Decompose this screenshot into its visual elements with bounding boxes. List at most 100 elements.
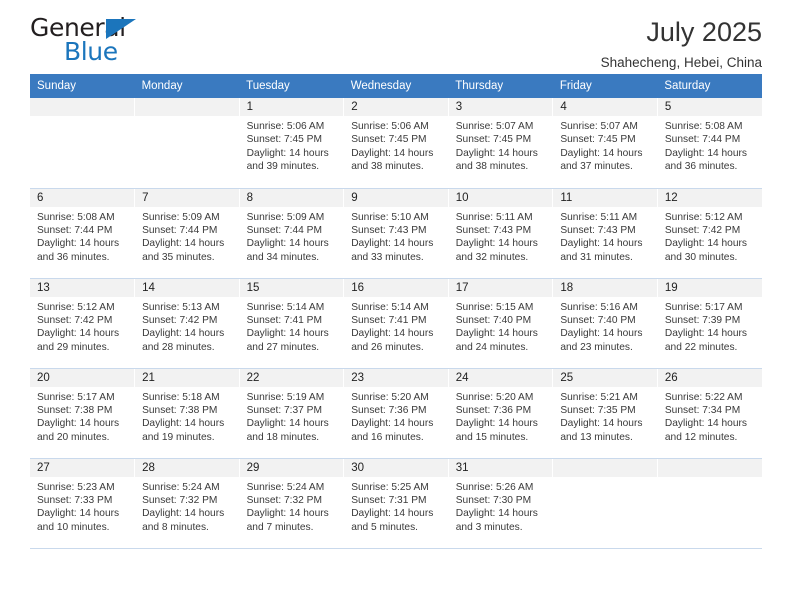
calendar-day-cell[interactable]: 22 Sunrise: 5:19 AM Sunset: 7:37 PM Dayligh… — [239, 368, 345, 459]
sunrise-time: Sunrise: 5:18 AM — [142, 391, 220, 403]
day-details: Sunrise: 5:14 AM Sunset: 7:41 PM Daylight:… — [240, 297, 344, 355]
calendar-day-cell[interactable]: 3 Sunrise: 5:07 AM Sunset: 7:45 PM Daylight… — [448, 98, 554, 189]
day-number: 20 — [30, 368, 135, 387]
calendar-day-cell[interactable]: 5 Sunrise: 5:08 AM Sunset: 7:44 PM Daylight… — [657, 98, 762, 189]
calendar-day-cell[interactable]: 7 Sunrise: 5:09 AM Sunset: 7:44 PM Daylight… — [134, 188, 240, 279]
daylight-line-1: Daylight: 14 hours — [246, 238, 329, 250]
page-title: July 2025 — [646, 17, 762, 47]
calendar-day-cell[interactable]: 14 Sunrise: 5:13 AM Sunset: 7:42 PM Dayligh… — [134, 278, 240, 369]
daylight-line-2: and 34 minutes. — [246, 251, 320, 263]
calendar-day-cell[interactable]: 27 Sunrise: 5:23 AM Sunset: 7:33 PM Dayligh… — [30, 458, 136, 549]
day-number: 19 — [657, 278, 762, 297]
day-cell-content: 16 Sunrise: 5:14 AM Sunset: 7:41 PM Dayligh… — [344, 278, 448, 368]
daylight-line-1: Daylight: 14 hours — [142, 418, 225, 430]
day-number — [657, 458, 762, 477]
daylight-line-2: and 20 minutes. — [37, 431, 110, 443]
calendar-day-cell[interactable]: 4 Sunrise: 5:07 AM Sunset: 7:45 PM Daylight… — [552, 98, 658, 189]
day-number: 28 — [135, 458, 239, 477]
calendar-day-cell[interactable]: 19 Sunrise: 5:17 AM Sunset: 7:39 PM Dayligh… — [657, 278, 762, 369]
day-cell-content — [30, 98, 135, 188]
calendar-day-cell[interactable]: 16 Sunrise: 5:14 AM Sunset: 7:41 PM Dayligh… — [343, 278, 449, 369]
calendar-day-cell[interactable]: 25 Sunrise: 5:21 AM Sunset: 7:35 PM Dayligh… — [552, 368, 658, 459]
calendar-day-cell[interactable]: 29 Sunrise: 5:24 AM Sunset: 7:32 PM Dayligh… — [239, 458, 345, 549]
day-cell-content: 26 Sunrise: 5:22 AM Sunset: 7:34 PM Dayligh… — [657, 368, 762, 458]
day-number: 14 — [135, 278, 239, 297]
day-number: 11 — [553, 188, 657, 207]
daylight-line-2: and 33 minutes. — [351, 251, 424, 263]
calendar-day-cell[interactable] — [657, 458, 762, 549]
sunset-time: Sunset: 7:45 PM — [455, 134, 532, 146]
day-cell-content: 30 Sunrise: 5:25 AM Sunset: 7:31 PM Dayligh… — [344, 458, 448, 548]
day-details: Sunrise: 5:24 AM Sunset: 7:32 PM Daylight:… — [135, 477, 239, 535]
day-cell-content — [657, 458, 762, 548]
daylight-line-2: and 8 minutes. — [142, 521, 209, 533]
day-number: 30 — [344, 458, 448, 477]
calendar-day-cell[interactable]: 6 Sunrise: 5:08 AM Sunset: 7:44 PM Daylight… — [30, 188, 136, 279]
daylight-line-1: Daylight: 14 hours — [246, 508, 329, 520]
calendar-day-cell[interactable]: 30 Sunrise: 5:25 AM Sunset: 7:31 PM Dayligh… — [343, 458, 449, 549]
calendar-day-cell[interactable]: 23 Sunrise: 5:20 AM Sunset: 7:36 PM Dayligh… — [343, 368, 449, 459]
calendar-day-cell[interactable]: 2 Sunrise: 5:06 AM Sunset: 7:45 PM Daylight… — [343, 98, 449, 189]
calendar-day-cell[interactable]: 18 Sunrise: 5:16 AM Sunset: 7:40 PM Dayligh… — [552, 278, 658, 369]
day-cell-content: 11 Sunrise: 5:11 AM Sunset: 7:43 PM Dayligh… — [553, 188, 657, 278]
day-details: Sunrise: 5:26 AM Sunset: 7:30 PM Daylight:… — [449, 477, 553, 535]
calendar-day-cell[interactable]: 26 Sunrise: 5:22 AM Sunset: 7:34 PM Dayligh… — [657, 368, 762, 459]
calendar-day-cell[interactable]: 21 Sunrise: 5:18 AM Sunset: 7:38 PM Dayligh… — [134, 368, 240, 459]
daylight-line-2: and 35 minutes. — [142, 251, 215, 263]
daylight-line-1: Daylight: 14 hours — [560, 328, 643, 340]
calendar-day-cell[interactable]: 10 Sunrise: 5:11 AM Sunset: 7:43 PM Dayligh… — [448, 188, 554, 279]
calendar-day-cell[interactable]: 17 Sunrise: 5:15 AM Sunset: 7:40 PM Dayligh… — [448, 278, 554, 369]
calendar-day-cell[interactable] — [30, 98, 136, 189]
day-number: 12 — [657, 188, 762, 207]
sunset-time: Sunset: 7:45 PM — [246, 134, 322, 146]
sunrise-time: Sunrise: 5:11 AM — [560, 211, 638, 223]
day-cell-content: 23 Sunrise: 5:20 AM Sunset: 7:36 PM Dayligh… — [344, 368, 448, 458]
sunrise-time: Sunrise: 5:07 AM — [560, 121, 638, 132]
calendar-day-cell[interactable]: 8 Sunrise: 5:09 AM Sunset: 7:44 PM Daylight… — [239, 188, 345, 279]
sunrise-time: Sunrise: 5:12 AM — [664, 211, 743, 223]
day-number: 24 — [448, 368, 553, 387]
sunset-time: Sunset: 7:41 PM — [351, 314, 427, 326]
weekday-header-monday: Monday — [134, 74, 240, 98]
day-cell-content: 6 Sunrise: 5:08 AM Sunset: 7:44 PM Daylight… — [30, 188, 135, 278]
day-number: 27 — [30, 458, 135, 477]
calendar-day-cell[interactable]: 11 Sunrise: 5:11 AM Sunset: 7:43 PM Dayligh… — [552, 188, 658, 279]
day-cell-content: 21 Sunrise: 5:18 AM Sunset: 7:38 PM Dayligh… — [135, 368, 239, 458]
daylight-line-1: Daylight: 14 hours — [664, 328, 747, 340]
day-details: Sunrise: 5:11 AM Sunset: 7:43 PM Daylight:… — [449, 207, 553, 265]
daylight-line-2: and 5 minutes. — [351, 521, 419, 533]
day-cell-content: 8 Sunrise: 5:09 AM Sunset: 7:44 PM Daylight… — [239, 188, 344, 278]
day-number: 3 — [448, 98, 553, 116]
calendar-day-cell[interactable]: 15 Sunrise: 5:14 AM Sunset: 7:41 PM Dayligh… — [239, 278, 345, 369]
calendar-day-cell[interactable]: 20 Sunrise: 5:17 AM Sunset: 7:38 PM Dayligh… — [30, 368, 136, 459]
calendar-day-cell[interactable]: 13 Sunrise: 5:12 AM Sunset: 7:42 PM Dayligh… — [30, 278, 136, 369]
sunset-time: Sunset: 7:37 PM — [246, 404, 322, 416]
sunset-time: Sunset: 7:34 PM — [664, 404, 741, 416]
calendar-day-cell[interactable] — [134, 98, 240, 189]
sunrise-time: Sunrise: 5:22 AM — [664, 391, 743, 403]
daylight-line-1: Daylight: 14 hours — [664, 147, 747, 159]
day-details: Sunrise: 5:06 AM Sunset: 7:45 PM Daylight:… — [240, 116, 344, 174]
daylight-line-1: Daylight: 14 hours — [664, 238, 747, 250]
calendar-day-cell[interactable]: 28 Sunrise: 5:24 AM Sunset: 7:32 PM Dayligh… — [134, 458, 240, 549]
sunset-time: Sunset: 7:43 PM — [455, 224, 532, 236]
sunset-time: Sunset: 7:35 PM — [560, 404, 636, 416]
calendar-day-cell[interactable]: 31 Sunrise: 5:26 AM Sunset: 7:30 PM Dayligh… — [448, 458, 554, 549]
daylight-line-1: Daylight: 14 hours — [560, 418, 643, 430]
day-cell-content: 31 Sunrise: 5:26 AM Sunset: 7:30 PM Dayligh… — [448, 458, 553, 548]
calendar-day-cell[interactable]: 9 Sunrise: 5:10 AM Sunset: 7:43 PM Daylight… — [343, 188, 449, 279]
sunrise-time: Sunrise: 5:07 AM — [455, 121, 534, 132]
sunset-time: Sunset: 7:33 PM — [37, 494, 113, 506]
daylight-line-1: Daylight: 14 hours — [455, 328, 538, 340]
calendar-day-cell[interactable] — [552, 458, 658, 549]
day-cell-content: 29 Sunrise: 5:24 AM Sunset: 7:32 PM Dayligh… — [239, 458, 344, 548]
weekday-header-sunday: Sunday — [30, 74, 135, 98]
calendar-day-cell[interactable]: 24 Sunrise: 5:20 AM Sunset: 7:36 PM Dayligh… — [448, 368, 554, 459]
daylight-line-1: Daylight: 14 hours — [351, 508, 434, 520]
day-cell-content: 5 Sunrise: 5:08 AM Sunset: 7:44 PM Daylight… — [657, 98, 762, 188]
calendar-day-cell[interactable]: 12 Sunrise: 5:12 AM Sunset: 7:42 PM Dayligh… — [657, 188, 762, 279]
sunset-time: Sunset: 7:44 PM — [37, 224, 113, 236]
calendar-day-cell[interactable]: 1 Sunrise: 5:06 AM Sunset: 7:45 PM Daylight… — [239, 98, 345, 189]
day-details: Sunrise: 5:14 AM Sunset: 7:41 PM Daylight:… — [344, 297, 448, 355]
sunrise-time: Sunrise: 5:14 AM — [246, 301, 325, 313]
